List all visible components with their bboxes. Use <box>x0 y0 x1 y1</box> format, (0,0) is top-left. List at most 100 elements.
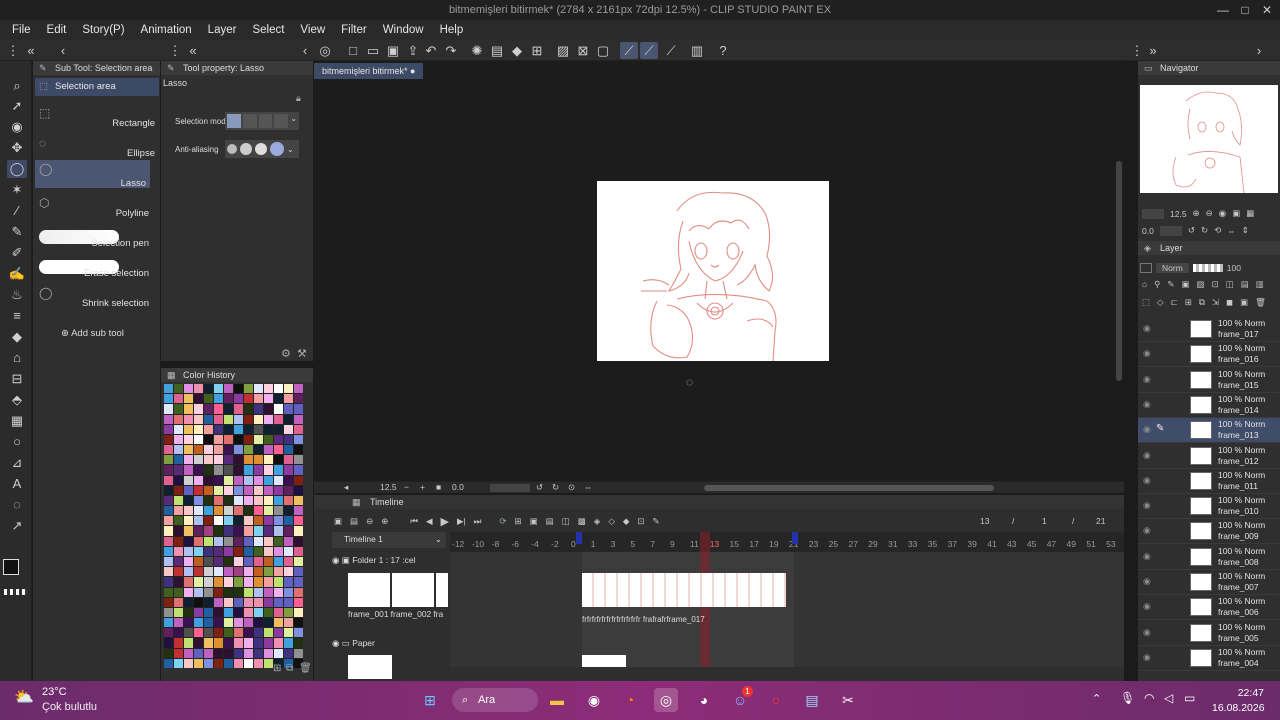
color-swatch[interactable] <box>194 434 203 445</box>
intersect-selection-icon[interactable] <box>274 114 289 128</box>
color-swatch[interactable] <box>204 506 213 516</box>
eye-icon[interactable]: ◉ <box>332 638 342 648</box>
color-swatch[interactable] <box>284 506 293 516</box>
color-swatch[interactable] <box>224 577 233 587</box>
color-swatch[interactable] <box>204 404 213 414</box>
color-swatch[interactable] <box>194 445 203 455</box>
color-swatch[interactable] <box>164 434 173 445</box>
aa-weak-icon[interactable] <box>240 143 252 155</box>
color-swatch[interactable] <box>264 526 273 536</box>
color-swatch[interactable] <box>214 404 223 414</box>
color-swatch[interactable] <box>274 414 283 424</box>
zoom-value[interactable]: 12.5 <box>380 482 397 492</box>
color-swatch[interactable] <box>214 465 223 475</box>
color-swatch[interactable] <box>274 567 283 577</box>
color-swatch[interactable] <box>214 607 223 618</box>
color-swatch[interactable] <box>184 506 193 516</box>
color-swatch[interactable] <box>274 506 283 516</box>
color-swatch[interactable] <box>204 526 213 536</box>
rotate-right-icon[interactable]: ↻ <box>552 482 559 493</box>
color-swatch[interactable] <box>194 404 203 414</box>
color-swatch[interactable] <box>284 455 293 465</box>
color-swatch[interactable] <box>244 597 253 607</box>
color-swatch[interactable] <box>224 526 233 536</box>
color-swatch[interactable] <box>244 516 253 526</box>
color-swatch[interactable] <box>224 618 233 628</box>
color-swatch[interactable] <box>194 618 203 628</box>
color-swatch[interactable] <box>164 597 173 607</box>
magic-wand-icon[interactable]: ✶ <box>7 181 27 199</box>
color-swatch[interactable] <box>194 424 203 434</box>
color-swatch[interactable] <box>234 526 243 536</box>
color-swatch[interactable] <box>194 465 203 475</box>
tool-property-tab[interactable]: ✎ Tool property: Lasso <box>161 61 313 75</box>
color-swatch[interactable] <box>184 384 193 394</box>
close-button[interactable]: ✕ <box>1256 0 1278 20</box>
color-swatch[interactable] <box>164 546 173 556</box>
color-swatch[interactable] <box>214 648 223 658</box>
color-swatch[interactable] <box>254 658 263 668</box>
menu-filter[interactable]: Filter <box>333 24 375 36</box>
color-swatch[interactable] <box>274 384 283 394</box>
search-box[interactable]: ⌕ Ara <box>452 688 538 712</box>
color-swatch[interactable] <box>204 658 213 668</box>
color-swatch[interactable] <box>204 536 213 546</box>
color-swatch[interactable] <box>234 506 243 516</box>
color-swatch[interactable] <box>264 648 273 658</box>
apply-mask-icon[interactable]: ▣ <box>1240 297 1248 308</box>
color-swatch[interactable] <box>294 485 303 495</box>
clip-studio-taskbar-icon[interactable]: ◎ <box>654 688 678 712</box>
snap-grid-icon[interactable]: ⟋ <box>662 42 680 59</box>
color-swatch[interactable] <box>264 597 273 607</box>
rotate-left-icon[interactable]: ↺ <box>536 482 543 493</box>
color-swatch[interactable] <box>284 536 293 546</box>
color-swatch[interactable] <box>184 658 193 668</box>
color-swatch[interactable] <box>234 556 243 567</box>
color-swatch[interactable] <box>274 475 283 485</box>
eraser-icon[interactable]: ◆ <box>7 328 27 346</box>
steam-icon[interactable]: ◉ <box>582 688 606 712</box>
color-swatch[interactable] <box>214 638 223 648</box>
color-swatch[interactable] <box>234 628 243 638</box>
text-icon[interactable]: A <box>7 475 27 493</box>
color-swatch[interactable] <box>234 384 243 394</box>
color-swatch[interactable] <box>294 648 303 658</box>
first-frame-icon[interactable]: ⏮ <box>410 516 418 527</box>
color-swatch[interactable] <box>174 628 183 638</box>
airbrush-icon[interactable]: ♨ <box>7 286 27 304</box>
color-swatch[interactable] <box>294 404 303 414</box>
color-swatch[interactable] <box>214 516 223 526</box>
color-swatch[interactable] <box>244 455 253 465</box>
color-swatch[interactable] <box>184 638 193 648</box>
chevron-up-icon[interactable]: ⌃ <box>1092 692 1101 705</box>
color-swatch[interactable] <box>264 445 273 455</box>
eye-icon[interactable]: ◉ <box>1143 652 1151 663</box>
color-swatch[interactable] <box>264 384 273 394</box>
settings-icon[interactable]: ✺ <box>468 42 486 59</box>
color-swatch[interactable] <box>234 638 243 648</box>
color-swatch[interactable] <box>244 465 253 475</box>
color-swatch[interactable] <box>224 455 233 465</box>
color-swatch[interactable] <box>264 536 273 546</box>
rotation-slider[interactable] <box>490 484 530 492</box>
file-explorer-icon[interactable]: ▬ <box>545 688 569 712</box>
frame-icon[interactable]: ⊟ <box>7 370 27 388</box>
color-swatch[interactable] <box>254 445 263 455</box>
navigator-rotate-slider[interactable] <box>1159 225 1182 236</box>
new-timeline-icon[interactable]: ▣ <box>334 516 342 527</box>
color-swatch[interactable] <box>194 567 203 577</box>
color-swatch[interactable] <box>214 384 223 394</box>
layer-row[interactable]: ◉ 100 % Norm frame_009 <box>1138 519 1280 545</box>
color-swatch[interactable] <box>254 455 263 465</box>
color-swatch[interactable] <box>264 628 273 638</box>
chevron-down-icon[interactable]: ⌄ <box>287 145 294 154</box>
color-swatch[interactable] <box>174 475 183 485</box>
layer-row[interactable]: ◉ 100 % Norm frame_016 <box>1138 342 1280 368</box>
fill-icon[interactable]: ◆ <box>508 42 526 59</box>
color-swatch[interactable] <box>294 455 303 465</box>
color-swatch[interactable] <box>214 526 223 536</box>
color-swatch[interactable] <box>294 556 303 567</box>
color-swatch[interactable] <box>254 434 263 445</box>
color-swatch[interactable] <box>234 567 243 577</box>
color-swatch[interactable] <box>224 384 233 394</box>
